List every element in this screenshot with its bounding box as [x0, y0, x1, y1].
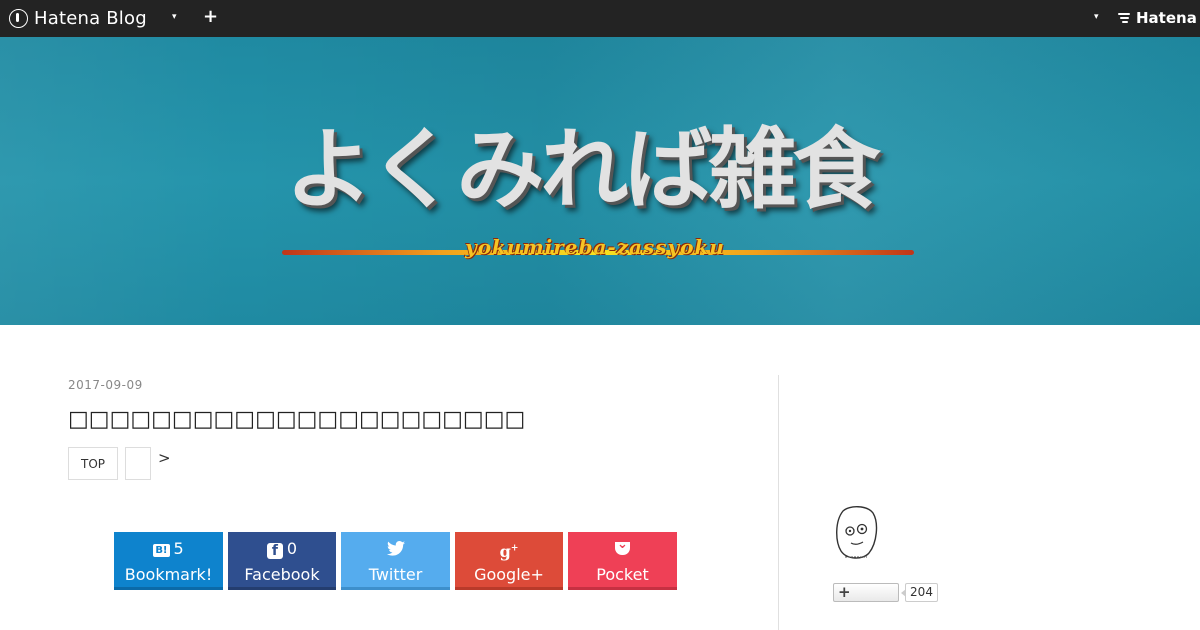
breadcrumb-category-link[interactable]	[125, 447, 151, 480]
account-menu-chevron-down-icon[interactable]: ▾	[1094, 12, 1099, 22]
breadcrumb-separator: >	[158, 449, 171, 467]
googleplus-icon: g+	[499, 542, 519, 562]
add-post-plus-icon[interactable]: +	[203, 6, 218, 27]
brand-label: Hatena Blog	[34, 7, 147, 29]
hatena-wave-icon	[1118, 12, 1132, 24]
blog-menu-chevron-down-icon[interactable]: ▾	[172, 12, 177, 22]
reader-count: 204	[901, 583, 938, 602]
hatena-bookmark-share-button[interactable]: B! 5 Bookmark!	[114, 532, 223, 590]
hatena-blog-logo[interactable]: Hatena Blog	[9, 6, 147, 30]
blog-header-banner[interactable]: よくみれば雑食 yokumireba-zassyoku	[0, 37, 1200, 325]
hatena-bookmark-icon: B!	[153, 544, 170, 557]
facebook-icon: f	[266, 543, 283, 559]
hatena-label: Hatena	[1136, 9, 1197, 27]
main-content: 2017-09-09 □□□□□□□□□□□□□□□□□□□□□□ TOP > …	[68, 325, 768, 630]
twitter-bird-icon	[386, 541, 405, 556]
twitter-label: Twitter	[368, 565, 423, 584]
hatena-logo-link[interactable]: Hatena	[1118, 9, 1197, 27]
googleplus-share-button[interactable]: g+ Google+	[455, 532, 563, 590]
facebook-label: Facebook	[244, 565, 320, 584]
post-date[interactable]: 2017-09-09	[68, 378, 143, 392]
facebook-count: 0	[286, 539, 298, 558]
top-navigation-bar: Hatena Blog ▾ + ▾ Hatena	[0, 0, 1200, 37]
hatena-blog-icon	[9, 8, 28, 28]
content-sidebar-divider	[778, 375, 779, 630]
pocket-label: Pocket	[596, 565, 649, 584]
pocket-icon	[615, 536, 630, 555]
author-avatar[interactable]	[833, 505, 879, 561]
bookmark-count: 5	[173, 539, 184, 558]
breadcrumb-top-link[interactable]: TOP	[68, 447, 118, 480]
bookmark-label: Bookmark!	[124, 565, 213, 584]
facebook-share-button[interactable]: f0 Facebook	[228, 532, 336, 590]
googleplus-label: Google+	[474, 565, 544, 584]
blog-title: よくみれば雑食	[285, 118, 881, 221]
pocket-share-button[interactable]: Pocket	[568, 532, 677, 590]
post-title[interactable]: □□□□□□□□□□□□□□□□□□□□□□	[68, 407, 525, 432]
twitter-share-button[interactable]: Twitter	[341, 532, 450, 590]
reader-follow-button[interactable]: +	[833, 583, 899, 602]
blog-subtitle: yokumireba-zassyoku	[465, 235, 725, 259]
